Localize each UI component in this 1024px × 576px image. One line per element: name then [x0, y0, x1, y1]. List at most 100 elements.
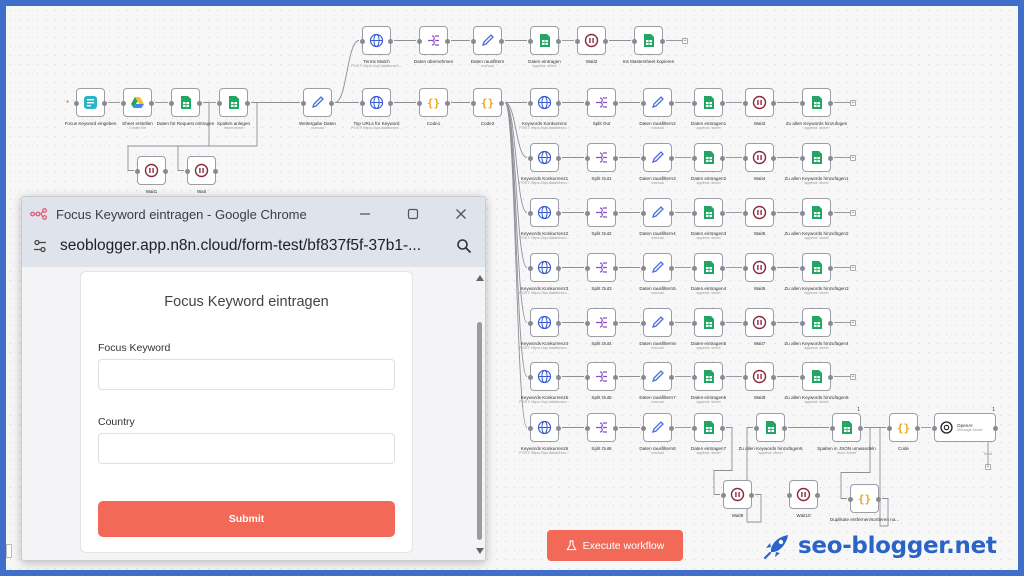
workflow-node[interactable]: Daten rausfiltern6 manual	[639, 308, 676, 350]
workflow-node[interactable]: Wait4	[743, 143, 776, 181]
workflow-node[interactable]: Zu allen Keywords hinzufügen3 append: she…	[784, 253, 849, 295]
input-handle[interactable]	[135, 169, 140, 174]
output-handle[interactable]	[720, 101, 725, 106]
input-handle[interactable]	[800, 375, 805, 380]
output-handle[interactable]	[720, 211, 725, 216]
input-handle[interactable]	[585, 266, 590, 271]
input-handle[interactable]	[800, 156, 805, 161]
output-handle[interactable]	[669, 156, 674, 161]
workflow-node[interactable]: Daten für Request eintragen	[157, 88, 214, 126]
output-handle[interactable]	[782, 426, 787, 431]
scrollbar-thumb[interactable]	[477, 322, 482, 540]
workflow-node[interactable]: Wait2	[575, 26, 608, 64]
output-handle[interactable]	[445, 39, 450, 44]
input-handle[interactable]	[848, 497, 853, 502]
zoom-button[interactable]	[453, 235, 475, 257]
workflow-node[interactable]: Split Out5	[585, 362, 618, 400]
input-handle[interactable]	[585, 375, 590, 380]
output-handle[interactable]	[499, 39, 504, 44]
workflow-node[interactable]: Weitergabe Daten manual	[299, 88, 336, 130]
output-handle[interactable]	[329, 101, 334, 106]
input-handle[interactable]	[692, 375, 697, 380]
output-handle[interactable]	[613, 156, 618, 161]
workflow-node[interactable]: Sheet erstellen Create file	[121, 88, 154, 130]
workflow-node[interactable]: Wait9	[721, 480, 754, 518]
workflow-node[interactable]: Split Out4	[585, 308, 618, 346]
input-handle[interactable]	[743, 321, 748, 326]
workflow-node[interactable]: Daten eintragen2 append: sheet	[691, 143, 726, 185]
input-handle[interactable]	[932, 426, 937, 431]
output-handle[interactable]	[720, 266, 725, 271]
input-handle[interactable]	[641, 375, 646, 380]
output-handle[interactable]	[669, 101, 674, 106]
output-handle[interactable]	[828, 211, 833, 216]
output-handle[interactable]	[771, 156, 776, 161]
input-handle[interactable]	[754, 426, 759, 431]
workflow-node[interactable]: Daten eintragen3 append: sheet	[691, 198, 726, 240]
workflow-node[interactable]: Zu allen Keywords hinzufügen1 append: she…	[784, 143, 849, 185]
output-handle[interactable]	[613, 321, 618, 326]
input-handle[interactable]	[692, 211, 697, 216]
input-handle[interactable]	[641, 266, 646, 271]
input-handle[interactable]	[585, 426, 590, 431]
workflow-node[interactable]: Keywords Konkurrenz4 POST: https://api.da…	[519, 308, 570, 350]
output-handle[interactable]	[915, 426, 920, 431]
workflow-node[interactable]: Keywords Konkurrenz3 POST: https://api.da…	[519, 253, 570, 295]
input-handle[interactable]	[887, 426, 892, 431]
workflow-node[interactable]: {} Code	[887, 413, 920, 451]
output-handle[interactable]	[771, 266, 776, 271]
workflow-node[interactable]: Zu allen Keywords hinzufügen2 append: she…	[784, 198, 849, 240]
workflow-node[interactable]: Daten rausfiltern5 manual	[639, 253, 676, 295]
input-handle[interactable]	[692, 321, 697, 326]
input-handle[interactable]	[743, 156, 748, 161]
output-handle[interactable]	[815, 493, 820, 498]
maximize-button[interactable]	[389, 197, 437, 231]
workflow-node[interactable]: Daten rausfiltern manual	[471, 26, 504, 68]
workflow-node[interactable]: Split Out6	[585, 413, 618, 451]
output-handle[interactable]	[771, 101, 776, 106]
workflow-node[interactable]: Wait10	[787, 480, 820, 518]
add-node-button[interactable]: +	[850, 209, 856, 216]
input-handle[interactable]	[301, 101, 306, 106]
workflow-node[interactable]: Daten rausfiltern7 manual	[639, 362, 676, 404]
input-handle[interactable]	[169, 101, 174, 106]
workflow-node[interactable]: Wait6	[743, 253, 776, 291]
workflow-node[interactable]: Spalten in JSON umwandeln read: sheet 1	[817, 407, 876, 455]
output-handle[interactable]	[499, 101, 504, 106]
input-handle[interactable]	[185, 169, 190, 174]
input-handle[interactable]	[217, 101, 222, 106]
add-node-button[interactable]: +	[850, 264, 856, 271]
scroll-down-arrow[interactable]	[476, 548, 484, 554]
submit-button[interactable]: Submit	[98, 501, 395, 537]
input-handle[interactable]	[528, 426, 533, 431]
output-handle[interactable]	[163, 169, 168, 174]
output-handle[interactable]	[197, 101, 202, 106]
input-handle[interactable]	[528, 375, 533, 380]
output-handle[interactable]	[669, 321, 674, 326]
output-handle[interactable]	[771, 211, 776, 216]
output-handle[interactable]	[669, 426, 674, 431]
output-handle[interactable]	[828, 156, 833, 161]
input-handle[interactable]	[471, 101, 476, 106]
workflow-node[interactable]: Zu allen Keywords hinzufügen append: shee…	[786, 88, 847, 130]
output-handle[interactable]	[720, 321, 725, 326]
output-handle[interactable]	[613, 211, 618, 216]
input-handle[interactable]	[528, 156, 533, 161]
input-handle[interactable]	[721, 493, 726, 498]
input-handle[interactable]	[692, 426, 697, 431]
input-handle[interactable]	[528, 211, 533, 216]
input-handle[interactable]	[641, 426, 646, 431]
add-node-button[interactable]: +	[850, 319, 856, 326]
output-handle[interactable]	[858, 426, 863, 431]
country-input[interactable]	[98, 433, 395, 464]
input-handle[interactable]	[743, 375, 748, 380]
workflow-node[interactable]: Keywords Konkurrenz1 POST: https://api.da…	[519, 143, 570, 185]
output-handle[interactable]	[556, 39, 561, 44]
add-node-button[interactable]: +	[850, 99, 856, 106]
input-handle[interactable]	[743, 101, 748, 106]
workflow-node[interactable]: Spalten anlegen Insert sheet	[217, 88, 250, 130]
input-handle[interactable]	[692, 101, 697, 106]
input-handle[interactable]	[585, 101, 590, 106]
workflow-node[interactable]: Daten rausfiltern2 manual	[639, 88, 676, 130]
workflow-node[interactable]: Terms Match POST: https://api.dataforseo.…	[351, 26, 402, 68]
